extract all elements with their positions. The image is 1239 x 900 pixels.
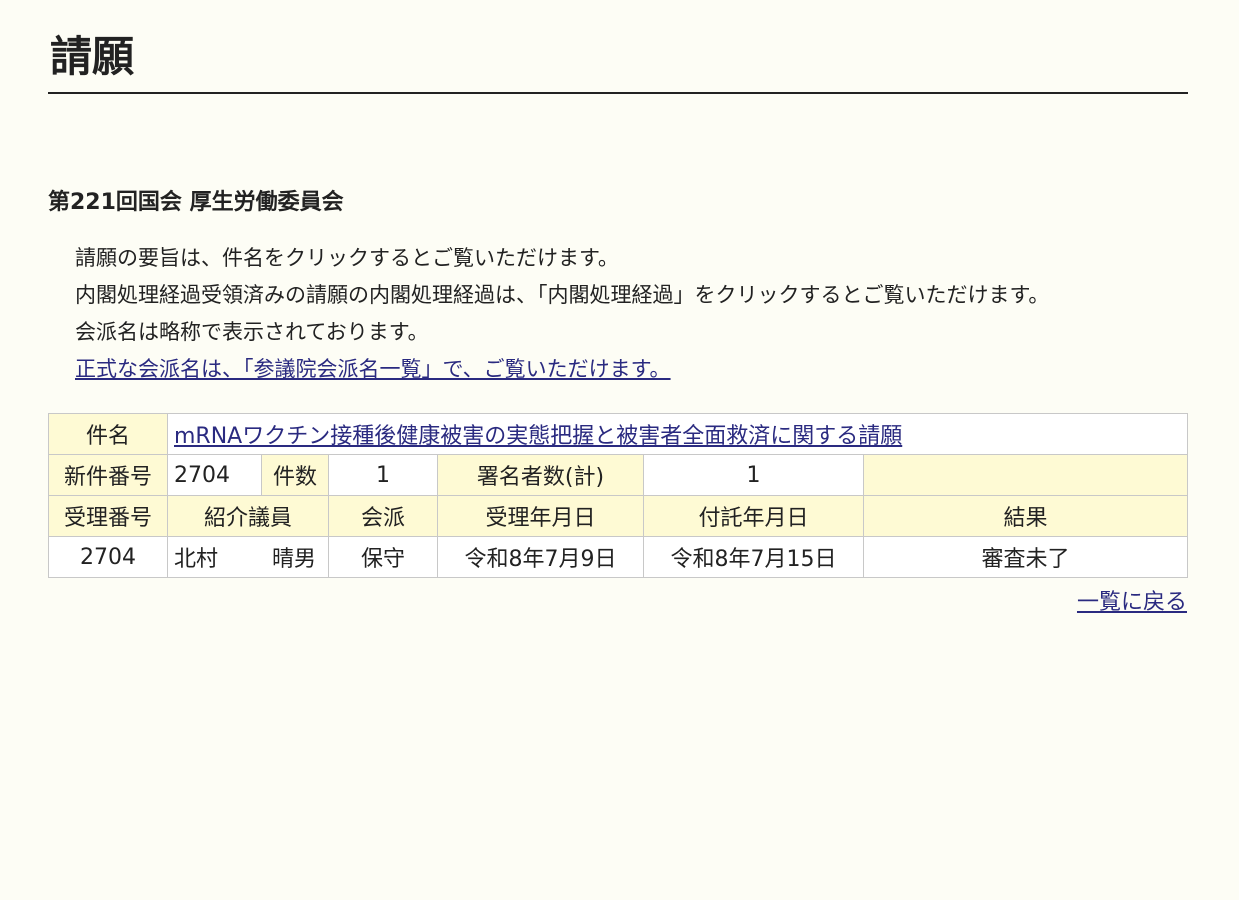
referral-date-value: 令和8年7月15日	[643, 536, 864, 578]
page-title: 請願	[48, 30, 1188, 94]
table-row: 件名 mRNAワクチン接種後健康被害の実態把握と被害者全面救済に関する請願	[48, 413, 1189, 455]
back-row: 一覧に戻る	[48, 584, 1187, 616]
note-link-line: 正式な会派名は、「参議院会派名一覧」で、ご覧いただけます。	[75, 351, 1188, 388]
introducer-label: 紹介議員	[167, 495, 329, 537]
note-line-1: 請願の要旨は、件名をクリックするとご覧いただけます。	[75, 246, 619, 270]
new-number-value: 2704	[167, 454, 262, 496]
faction-label: 会派	[328, 495, 438, 537]
empty-cell	[862, 454, 1189, 496]
table-row: 新件番号 2704 件数 1 署名者数(計) 1	[48, 454, 1189, 496]
subject-label: 件名	[48, 413, 168, 455]
subject-cell: mRNAワクチン接種後健康被害の実態把握と被害者全面救済に関する請願	[166, 413, 1189, 455]
note-line-2: 内閣処理経過受領済みの請願の内閣処理経過は、「内閣処理経過」をクリックするとご覧…	[75, 283, 1050, 307]
receipt-number-label: 受理番号	[48, 495, 168, 537]
result-value: 審査未了	[862, 536, 1189, 578]
introducer-family-name: 北村	[174, 547, 219, 572]
signers-value: 1	[643, 454, 864, 496]
table-row: 2704 北村 晴男 保守 令和8年7月9日 令和8年7月15日 審査未了	[48, 536, 1189, 578]
petition-table: 件名 mRNAワクチン接種後健康被害の実態把握と被害者全面救済に関する請願 新件…	[48, 413, 1189, 578]
receipt-date-label: 受理年月日	[437, 495, 644, 537]
result-label: 結果	[862, 495, 1189, 537]
introducer-given-name: 晴男	[272, 547, 317, 572]
note-line-3: 会派名は略称で表示されております。	[75, 320, 429, 344]
faction-value: 保守	[328, 536, 438, 578]
count-label: 件数	[261, 454, 329, 496]
petition-page: 請願 第221回国会 厚生労働委員会 請願の要旨は、件名をクリックするとご覧いた…	[0, 0, 1239, 900]
receipt-number-value: 2704	[48, 536, 168, 578]
new-number-label: 新件番号	[48, 454, 168, 496]
receipt-date-value: 令和8年7月9日	[437, 536, 644, 578]
referral-date-label: 付託年月日	[643, 495, 864, 537]
notes: 請願の要旨は、件名をクリックするとご覧いただけます。 内閣処理経過受領済みの請願…	[75, 240, 1188, 388]
count-value: 1	[328, 454, 438, 496]
signers-label: 署名者数(計)	[437, 454, 644, 496]
subject-link[interactable]: mRNAワクチン接種後健康被害の実態把握と被害者全面救済に関する請願	[174, 424, 902, 449]
back-to-list-link[interactable]: 一覧に戻る	[1077, 590, 1187, 615]
table-row: 受理番号 紹介議員 会派 受理年月日 付託年月日 結果	[48, 495, 1189, 537]
session-title: 第221回国会 厚生労働委員会	[48, 190, 344, 215]
introducer-value: 北村 晴男	[167, 536, 329, 578]
faction-list-link[interactable]: 正式な会派名は、「参議院会派名一覧」で、ご覧いただけます。	[75, 357, 671, 381]
